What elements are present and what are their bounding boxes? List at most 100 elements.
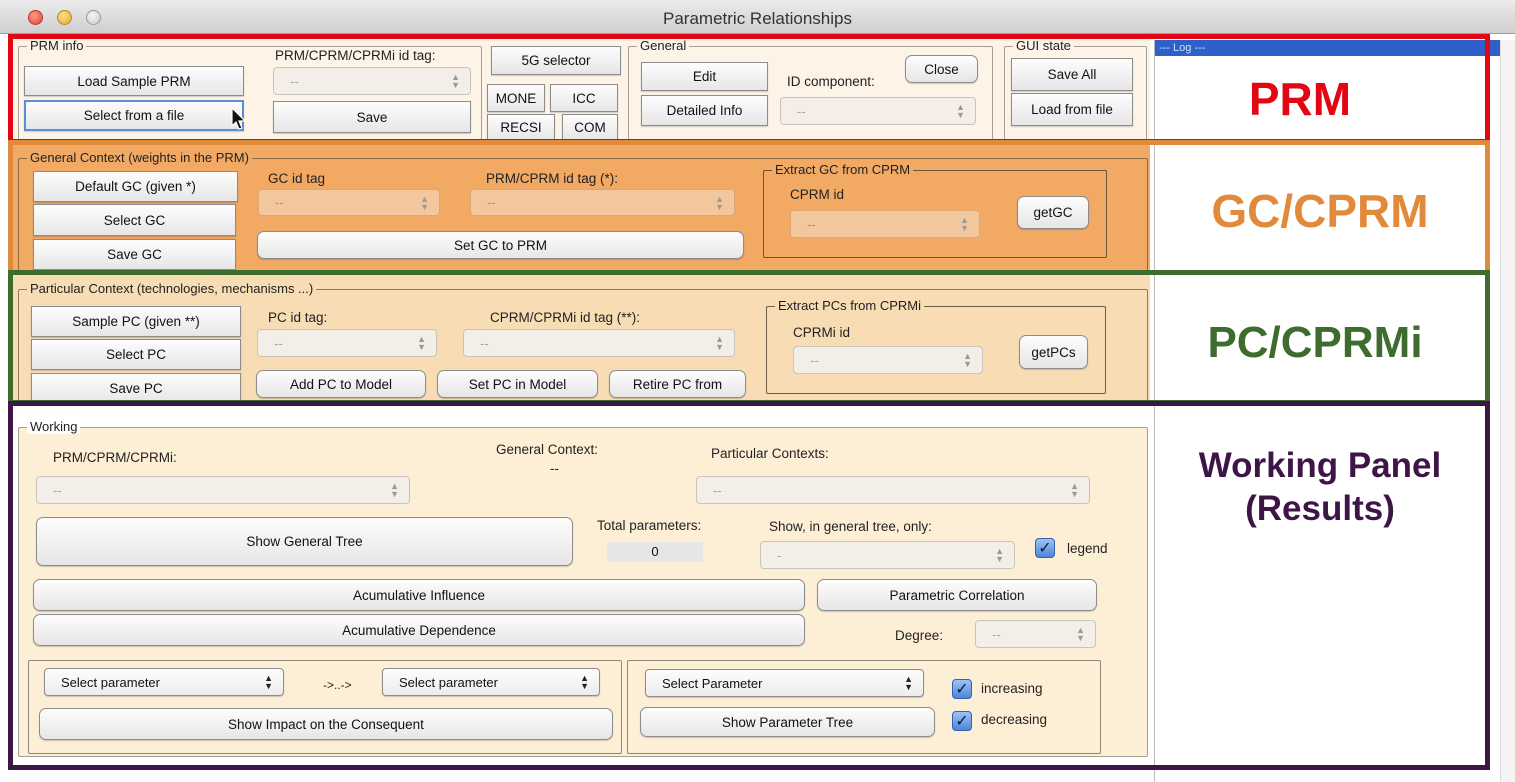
select-arrows-icon: ▲ ▼: [715, 334, 724, 352]
show-only-value: -: [777, 547, 782, 563]
id-component-select[interactable]: -- ▲ ▼: [780, 97, 976, 125]
show-impact-button[interactable]: Show Impact on the Consequent: [39, 708, 613, 740]
select-pc-button[interactable]: Select PC: [31, 339, 241, 370]
get-gc-button[interactable]: getGC: [1017, 196, 1089, 229]
select-arrows-icon: ▲ ▼: [960, 215, 969, 233]
acumulative-dependence-button[interactable]: Acumulative Dependence: [33, 614, 805, 646]
legend-label: legend: [1067, 541, 1108, 556]
select-arrows-icon: ▲ ▼: [963, 351, 972, 369]
prm-info-title: PRM info: [27, 38, 87, 53]
save-pc-button[interactable]: Save PC: [31, 373, 241, 404]
detailed-info-button[interactable]: Detailed Info: [641, 95, 768, 126]
com-button[interactable]: COM: [562, 114, 618, 141]
cprmi-id-label: CPRMi id: [793, 325, 851, 340]
checkmark-icon: ✓: [955, 713, 969, 730]
get-pcs-button[interactable]: getPCs: [1019, 335, 1088, 369]
close-button[interactable]: Close: [905, 55, 978, 83]
prm-id-tag-select[interactable]: -- ▲ ▼: [273, 67, 471, 95]
cprm-id-select[interactable]: -- ▲ ▼: [790, 210, 980, 238]
parametric-correlation-button[interactable]: Parametric Correlation: [817, 579, 1097, 611]
working-gc-label: General Context:: [496, 442, 599, 457]
select-arrows-icon: ▲ ▼: [417, 334, 426, 352]
load-sample-prm-button[interactable]: Load Sample PRM: [24, 66, 244, 96]
pc-cprmi-tag-label: CPRM/CPRMi id tag (**):: [490, 310, 641, 325]
log-title-bar: --- Log ---: [1155, 40, 1505, 56]
log-panel[interactable]: --- Log ---: [1154, 40, 1510, 782]
working-pc-select[interactable]: -- ▲ ▼: [696, 476, 1090, 504]
gc-prm-tag-select[interactable]: -- ▲ ▼: [470, 189, 735, 216]
select-arrows-icon: ▲ ▼: [995, 546, 1004, 564]
show-only-select[interactable]: - ▲ ▼: [760, 541, 1015, 569]
working-group-title: Working: [27, 419, 81, 434]
degree-select[interactable]: -- ▲ ▼: [975, 620, 1096, 648]
prm-id-tag-value: --: [290, 73, 299, 89]
select-arrows-icon: ▲ ▼: [904, 674, 913, 692]
working-prm-select[interactable]: -- ▲ ▼: [36, 476, 410, 504]
show-parameter-tree-button[interactable]: Show Parameter Tree: [640, 707, 935, 737]
pc-cprmi-tag-select[interactable]: -- ▲ ▼: [463, 329, 735, 357]
prm-save-button[interactable]: Save: [273, 101, 471, 133]
window-title: Parametric Relationships: [663, 9, 852, 28]
select-arrows-icon: ▲ ▼: [715, 193, 724, 212]
gc-id-tag-select[interactable]: -- ▲ ▼: [258, 189, 440, 216]
gc-prm-tag-value: --: [487, 195, 496, 210]
checkmark-icon: ✓: [955, 681, 969, 698]
select-parameter-a[interactable]: Select parameter ▲ ▼: [44, 668, 284, 696]
working-prm-label: PRM/CPRM/CPRMi:: [53, 450, 177, 465]
id-component-value: --: [797, 103, 806, 119]
select-from-file-button[interactable]: Select from a file: [24, 100, 244, 131]
cprmi-id-value: --: [810, 352, 819, 368]
select-gc-button[interactable]: Select GC: [33, 204, 236, 236]
show-only-label: Show, in general tree, only:: [769, 519, 932, 534]
working-pc-value: --: [713, 482, 722, 498]
pc-id-tag-select[interactable]: -- ▲ ▼: [257, 329, 437, 357]
retire-pc-button[interactable]: Retire PC from: [609, 370, 746, 398]
show-general-tree-button[interactable]: Show General Tree: [36, 517, 573, 566]
arrow-text: ->..->: [323, 678, 352, 692]
load-from-file-button[interactable]: Load from file: [1011, 93, 1133, 126]
checkmark-icon: ✓: [1038, 540, 1052, 557]
select-parameter-c[interactable]: Select Parameter ▲ ▼: [645, 669, 924, 697]
cprm-id-label: CPRM id: [790, 187, 845, 202]
default-gc-button[interactable]: Default GC (given *): [33, 171, 238, 202]
acumulative-influence-button[interactable]: Acumulative Influence: [33, 579, 805, 611]
select-arrows-icon: ▲ ▼: [580, 673, 589, 691]
total-parameters-label: Total parameters:: [597, 518, 702, 533]
decreasing-label: decreasing: [981, 712, 1048, 727]
legend-checkbox[interactable]: ✓: [1035, 538, 1055, 558]
edit-button[interactable]: Edit: [641, 62, 768, 91]
5g-selector-button[interactable]: 5G selector: [491, 46, 621, 75]
select-parameter-a-value: Select parameter: [61, 674, 160, 690]
save-all-button[interactable]: Save All: [1011, 58, 1133, 91]
general-group-title: General: [637, 38, 690, 53]
icc-button[interactable]: ICC: [550, 84, 618, 112]
mone-button[interactable]: MONE: [487, 84, 545, 112]
pc-id-tag-label: PC id tag:: [268, 310, 328, 325]
cprm-id-value: --: [807, 216, 816, 232]
sample-pc-button[interactable]: Sample PC (given **): [31, 306, 241, 337]
gc-id-tag-value: --: [275, 195, 284, 210]
pc-side-label: PC/CPRMi: [1207, 318, 1423, 367]
increasing-checkbox[interactable]: ✓: [952, 679, 972, 699]
total-parameters-value: 0: [607, 542, 703, 562]
decreasing-checkbox[interactable]: ✓: [952, 711, 972, 731]
set-gc-to-prm-button[interactable]: Set GC to PRM: [257, 231, 744, 259]
recsi-button[interactable]: RECSI: [487, 114, 555, 141]
select-parameter-b[interactable]: Select parameter ▲ ▼: [382, 668, 600, 696]
add-pc-button[interactable]: Add PC to Model: [256, 370, 426, 398]
gc-group-title: General Context (weights in the PRM): [27, 150, 252, 165]
extract-gc-title: Extract GC from CPRM: [772, 162, 914, 177]
select-arrows-icon: ▲ ▼: [1070, 481, 1079, 499]
save-gc-button[interactable]: Save GC: [33, 239, 236, 270]
title-bar: Parametric Relationships: [0, 0, 1515, 34]
prm-id-tag-label: PRM/CPRM/CPRMi id tag:: [275, 48, 436, 63]
pc-id-tag-value: --: [274, 335, 283, 351]
cprmi-id-select[interactable]: -- ▲ ▼: [793, 346, 983, 374]
gc-side-label: GC/CPRM: [1211, 185, 1429, 237]
select-arrows-icon: ▲ ▼: [956, 102, 965, 120]
scrollbar-track[interactable]: [1500, 40, 1515, 782]
main-content: --- Log --- PRM info Load Sample PRM Sel…: [0, 34, 1515, 782]
working-side-label-line2: (Results): [1245, 489, 1395, 528]
set-pc-button[interactable]: Set PC in Model: [437, 370, 598, 398]
degree-value: --: [992, 626, 1001, 642]
